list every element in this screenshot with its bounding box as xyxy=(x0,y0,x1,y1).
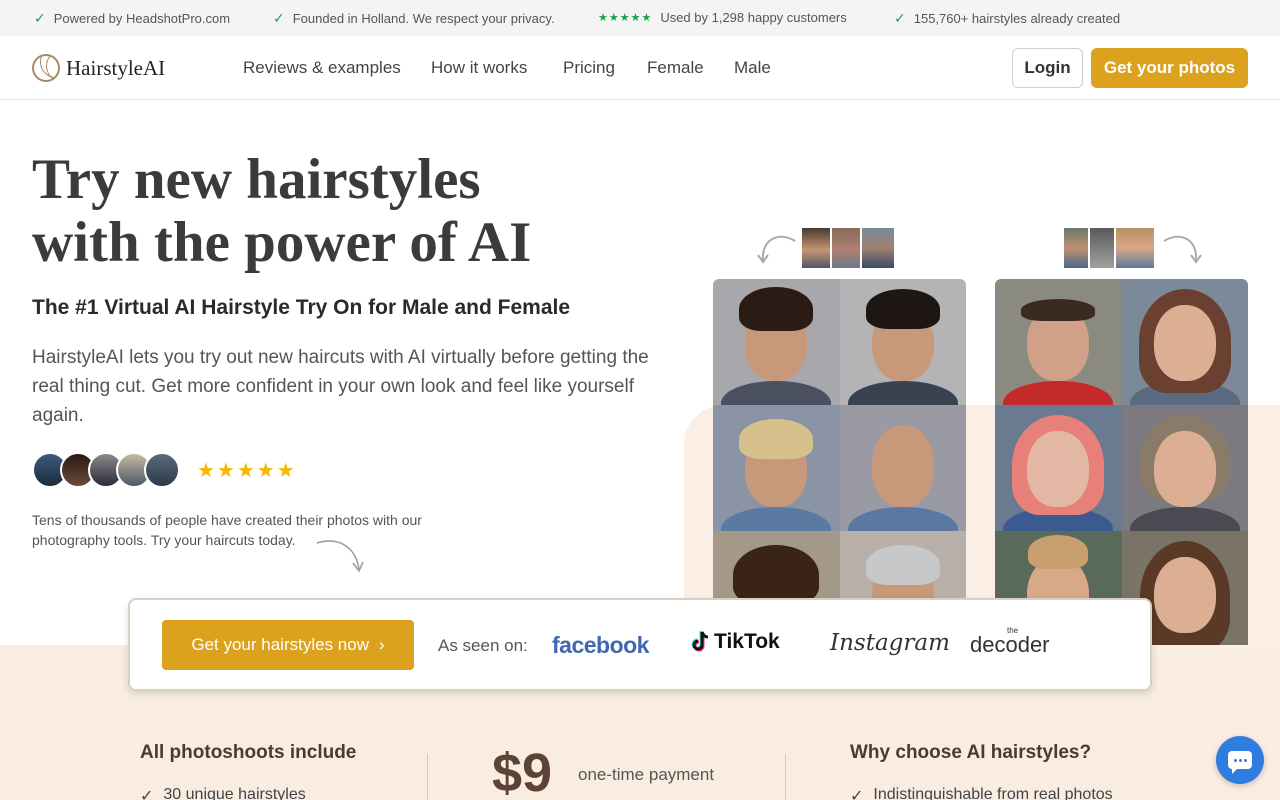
thumbnail xyxy=(831,227,861,269)
get-hairstyles-label: Get your hairstyles now xyxy=(191,635,369,654)
curved-arrow-icon xyxy=(1163,235,1202,264)
decoder-prefix: the xyxy=(1007,626,1019,635)
female-hairstyles-gallery xyxy=(995,279,1248,645)
thumbnail xyxy=(861,227,895,269)
nav-link-reviews[interactable]: Reviews & examples xyxy=(243,58,401,78)
hairstyle-photo xyxy=(1121,279,1248,405)
hairstyle-photo xyxy=(995,405,1122,531)
thumbnail xyxy=(1089,227,1115,269)
top-info-bar: ✓ Powered by HeadshotPro.com ✓ Founded i… xyxy=(0,0,1280,36)
tiktok-logo: TikTok xyxy=(690,630,780,654)
decoder-logo: the decoder xyxy=(970,626,1050,658)
male-hairstyles-gallery xyxy=(713,279,966,645)
thumbnail xyxy=(801,227,831,269)
check-icon: ✓ xyxy=(140,788,154,800)
topbar-text: 155,760+ hairstyles already created xyxy=(913,11,1121,26)
star-rating-icon: ★★★★★ xyxy=(598,12,653,24)
feature-text: Indistinguishable from real photos xyxy=(873,786,1113,800)
nav-link-male[interactable]: Male xyxy=(734,58,771,78)
logo[interactable]: HairstyleAI xyxy=(32,54,165,82)
nav-link-how-it-works[interactable]: How it works xyxy=(431,58,527,78)
tiktok-text: TikTok xyxy=(714,630,780,653)
hairstyle-photo xyxy=(1121,405,1248,531)
thumbnail xyxy=(1115,227,1155,269)
hero-description: HairstyleAI lets you try out new haircut… xyxy=(32,347,649,426)
hairstyle-photo xyxy=(839,279,966,405)
rating-stars: ★★★★★ xyxy=(197,460,297,482)
get-photos-button[interactable]: Get your photos xyxy=(1091,48,1248,88)
hero-subtitle: The #1 Virtual AI Hairstyle Try On for M… xyxy=(32,296,571,319)
price-value: $9 xyxy=(492,743,553,800)
logo-text: HairstyleAI xyxy=(66,55,166,80)
topbar-text: Powered by HeadshotPro.com xyxy=(53,11,231,26)
hairstyle-photo xyxy=(713,279,840,405)
logo-icon xyxy=(32,54,60,82)
hairstyle-photo xyxy=(995,279,1122,405)
as-seen-on-label: As seen on: xyxy=(438,636,528,655)
nav-link-female[interactable]: Female xyxy=(647,58,704,78)
topbar-item: ★★★★★ Used by 1,298 happy customers xyxy=(598,10,847,25)
feature-item: ✓ Indistinguishable from real photos xyxy=(850,786,1113,800)
female-style-thumbnails xyxy=(1063,227,1155,269)
check-icon: ✓ xyxy=(894,10,906,26)
chevron-right-icon: › xyxy=(378,635,385,654)
hairstyle-photo xyxy=(713,405,840,531)
chat-widget-button[interactable] xyxy=(1216,736,1264,784)
topbar-item: ✓ 155,760+ hairstyles already created xyxy=(894,10,1120,27)
avatar xyxy=(144,452,180,488)
hero-title: Try new hairstyles with the power of AI xyxy=(32,148,652,274)
check-icon: ✓ xyxy=(850,788,864,800)
hero-title-line1: Try new hairstyles xyxy=(32,148,481,211)
photoshoots-include-title: All photoshoots include xyxy=(140,742,357,763)
feature-item: ✓ 30 unique hairstyles xyxy=(140,786,306,800)
thumbnail xyxy=(1063,227,1089,269)
chat-bubble-icon xyxy=(1228,751,1252,774)
decoder-text: decoder xyxy=(970,632,1050,657)
topbar-text: Used by 1,298 happy customers xyxy=(660,10,847,25)
curved-arrow-icon xyxy=(316,540,364,573)
price-note: one-time payment xyxy=(578,765,715,784)
hairstyle-photo xyxy=(839,405,966,531)
divider xyxy=(427,754,428,800)
topbar-text: Founded in Holland. We respect your priv… xyxy=(292,11,555,26)
instagram-logo: Instagram xyxy=(830,630,950,656)
why-choose-title: Why choose AI hairstyles? xyxy=(850,742,1092,763)
main-navigation: HairstyleAI Reviews & examples How it wo… xyxy=(0,36,1280,100)
topbar-item: ✓ Powered by HeadshotPro.com xyxy=(34,10,230,27)
topbar-item: ✓ Founded in Holland. We respect your pr… xyxy=(273,10,555,27)
check-icon: ✓ xyxy=(273,10,285,26)
divider xyxy=(785,754,786,800)
customer-avatars xyxy=(32,452,180,488)
male-style-thumbnails xyxy=(801,227,895,269)
curved-arrow-icon xyxy=(757,235,796,264)
get-hairstyles-button[interactable]: Get your hairstyles now › xyxy=(162,620,414,670)
cta-strip: Get your hairstyles now › As seen on: fa… xyxy=(128,598,1152,691)
feature-text: 30 unique hairstyles xyxy=(163,786,306,800)
social-proof-text: Tens of thousands of people have created… xyxy=(32,512,422,548)
tiktok-icon xyxy=(691,631,709,652)
nav-link-pricing[interactable]: Pricing xyxy=(563,58,615,78)
facebook-logo: facebook xyxy=(552,632,649,658)
login-button[interactable]: Login xyxy=(1012,48,1083,88)
hero-title-line2: with the power of AI xyxy=(32,211,532,274)
check-icon: ✓ xyxy=(34,10,46,26)
